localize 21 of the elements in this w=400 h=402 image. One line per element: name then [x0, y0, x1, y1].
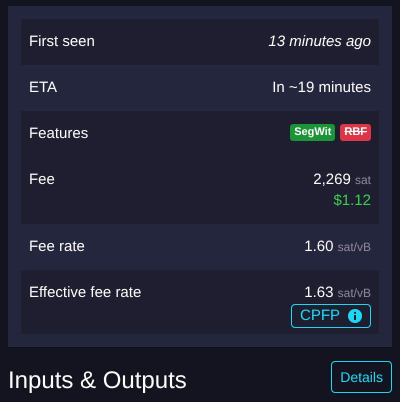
unit-label: sat: [354, 173, 371, 187]
feature-badge: SegWit: [290, 124, 336, 141]
cpfp-button[interactable]: CPFP: [290, 304, 371, 328]
details-button[interactable]: Details: [331, 361, 392, 393]
field-label: Fee rate: [29, 237, 85, 257]
unit-label: sat/vB: [338, 286, 371, 300]
section-heading: Inputs & Outputs: [8, 366, 187, 396]
feature-badge: RBF: [340, 124, 371, 141]
amount-value: 1.63: [304, 284, 334, 301]
field-label: Fee: [29, 170, 55, 190]
unit-label: sat/vB: [338, 240, 371, 254]
amount-value: 1.60: [304, 238, 334, 255]
field-label: ETA: [29, 78, 58, 98]
field-value: In ~19 minutes: [272, 78, 371, 98]
field-label: Effective fee rate: [29, 283, 142, 303]
fiat-value: $1.12: [333, 191, 371, 211]
field-label: First seen: [29, 32, 95, 52]
info-icon: [348, 309, 362, 323]
field-label: Features: [29, 124, 88, 144]
amount-value: 2,269: [313, 171, 351, 188]
field-value: 13 minutes ago: [268, 32, 371, 52]
